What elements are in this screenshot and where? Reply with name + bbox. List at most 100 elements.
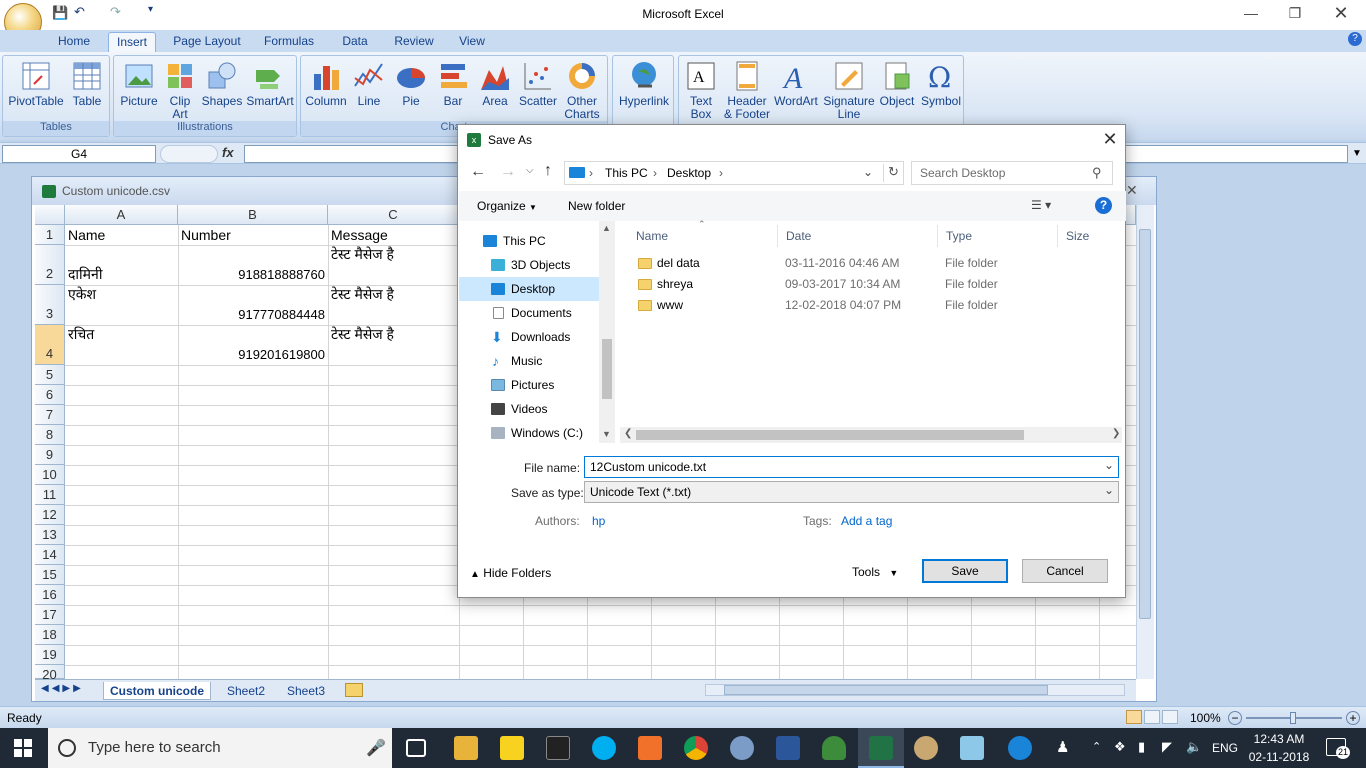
- row-header-1[interactable]: 1: [35, 225, 65, 245]
- workbook-close-icon[interactable]: ✕: [1126, 182, 1138, 199]
- row-header-19[interactable]: 19: [35, 645, 65, 665]
- row-header-6[interactable]: 6: [35, 385, 65, 405]
- cell-c2[interactable]: टेस्ट मैसेज है: [331, 245, 394, 264]
- language-indicator[interactable]: ENG: [1212, 741, 1238, 755]
- sheet-tab-sheet3[interactable]: Sheet3: [281, 682, 331, 700]
- zoom-in-icon[interactable]: +: [1346, 711, 1360, 725]
- cell-c3[interactable]: टेस्ट मैसेज है: [331, 285, 394, 304]
- row-header-11[interactable]: 11: [35, 485, 65, 505]
- command-prompt-icon[interactable]: [546, 736, 570, 760]
- zoom-level[interactable]: 100%: [1190, 711, 1221, 725]
- breadcrumb-this-pc[interactable]: This PC: [605, 166, 648, 180]
- paint-palette-icon[interactable]: [914, 736, 938, 760]
- cell-a4[interactable]: रचित: [68, 325, 94, 344]
- scroll-down-icon[interactable]: ▼: [602, 429, 611, 439]
- row-header-5[interactable]: 5: [35, 365, 65, 385]
- chrome-icon[interactable]: [684, 736, 708, 760]
- cell-c1[interactable]: Message: [331, 227, 388, 243]
- column-header-date[interactable]: Date: [778, 225, 938, 247]
- app-icon[interactable]: [960, 736, 984, 760]
- table-button[interactable]: Table: [67, 58, 107, 108]
- nav-scroll-thumb[interactable]: [602, 339, 612, 399]
- cell-c4[interactable]: टेस्ट मैसेज है: [331, 325, 394, 344]
- file-row[interactable]: www 12-02-2018 04:07 PM File folder: [628, 295, 1118, 316]
- expand-formula-icon[interactable]: ▼: [1350, 145, 1364, 163]
- column-header-size[interactable]: Size: [1058, 225, 1120, 247]
- horizontal-scrollbar[interactable]: [705, 684, 1125, 696]
- help-icon[interactable]: ?: [1095, 197, 1112, 214]
- row-header-15[interactable]: 15: [35, 565, 65, 585]
- nav-item-downloads[interactable]: ⬇ Downloads: [459, 325, 599, 349]
- tab-home[interactable]: Home: [52, 32, 96, 52]
- tab-view[interactable]: View: [450, 32, 494, 52]
- name-box[interactable]: G4: [2, 145, 156, 163]
- row-header-16[interactable]: 16: [35, 585, 65, 605]
- save-button[interactable]: Save: [922, 559, 1008, 583]
- tab-review[interactable]: Review: [388, 32, 440, 52]
- insert-sheet-icon[interactable]: [345, 683, 363, 697]
- smartart-button[interactable]: SmartArt: [244, 58, 296, 108]
- row-header-20[interactable]: 20: [35, 665, 65, 679]
- scroll-right-icon[interactable]: ❯: [1112, 428, 1120, 439]
- minimize-button[interactable]: —: [1228, 0, 1274, 28]
- nav-item-music[interactable]: ♪ Music: [459, 349, 599, 373]
- picture-button[interactable]: Picture: [118, 58, 160, 108]
- cell-a1[interactable]: Name: [68, 227, 105, 243]
- android-studio-icon[interactable]: [822, 736, 846, 760]
- row-header-8[interactable]: 8: [35, 425, 65, 445]
- taskbar-search-input[interactable]: Type here to search: [48, 728, 392, 768]
- cell-a2[interactable]: दामिनी: [68, 265, 102, 284]
- scroll-thumb[interactable]: [1139, 229, 1151, 619]
- search-desktop-input[interactable]: Search Desktop: [911, 161, 1113, 185]
- up-arrow-icon[interactable]: ↑: [544, 162, 552, 180]
- row-header-10[interactable]: 10: [35, 465, 65, 485]
- close-button[interactable]: ✕: [1318, 0, 1364, 28]
- wifi-icon[interactable]: ◤: [1162, 739, 1172, 755]
- clock-date[interactable]: 02-11-2018: [1246, 750, 1312, 764]
- volume-icon[interactable]: 🔈: [1186, 739, 1202, 755]
- hide-folders-button[interactable]: ▲ Hide Folders: [470, 566, 551, 580]
- battery-icon[interactable]: ▮: [1138, 739, 1145, 755]
- cancel-button[interactable]: Cancel: [1022, 559, 1108, 583]
- column-chart-button[interactable]: Column: [303, 58, 349, 108]
- nav-item-this-pc[interactable]: This PC: [459, 229, 599, 253]
- customize-qat-icon[interactable]: ▾: [148, 4, 153, 15]
- file-explorer-icon[interactable]: [454, 736, 478, 760]
- pie-chart-button[interactable]: Pie: [391, 58, 431, 108]
- chevron-up-icon[interactable]: ⌃: [1092, 740, 1101, 753]
- zoom-out-icon[interactable]: −: [1228, 711, 1242, 725]
- hscroll-thumb[interactable]: [636, 430, 1024, 440]
- scroll-left-icon[interactable]: ❮: [624, 428, 632, 439]
- paint-icon[interactable]: [730, 736, 754, 760]
- forward-arrow-icon[interactable]: →: [500, 163, 516, 181]
- column-header-c[interactable]: C: [328, 205, 459, 225]
- file-row[interactable]: shreya 09-03-2017 10:34 AM File folder: [628, 274, 1118, 295]
- bar-chart-button[interactable]: Bar: [433, 58, 473, 108]
- sheet-tab-sheet2[interactable]: Sheet2: [221, 682, 271, 700]
- save-icon[interactable]: 💾: [52, 5, 68, 21]
- row-header-18[interactable]: 18: [35, 625, 65, 645]
- refresh-icon[interactable]: ↻: [883, 164, 903, 182]
- page-layout-view-icon[interactable]: [1144, 710, 1160, 724]
- row-header-12[interactable]: 12: [35, 505, 65, 525]
- save-type-select[interactable]: Unicode Text (*.txt): [584, 481, 1119, 503]
- sheet-tab-custom-unicode[interactable]: Custom unicode: [103, 682, 212, 700]
- row-header-3[interactable]: 3: [35, 285, 65, 325]
- nav-item-windows-c[interactable]: Windows (C:): [459, 421, 599, 445]
- new-folder-button[interactable]: New folder: [568, 199, 625, 213]
- add-tag-link[interactable]: Add a tag: [841, 514, 892, 528]
- dialog-close-button[interactable]: ✕: [1098, 129, 1122, 151]
- sticky-notes-icon[interactable]: [500, 736, 524, 760]
- hscroll-thumb[interactable]: [724, 685, 1048, 695]
- tab-page-layout[interactable]: Page Layout: [168, 32, 246, 52]
- clipart-button[interactable]: Clip Art: [162, 58, 198, 121]
- pivottable-button[interactable]: PivotTable: [7, 58, 65, 108]
- task-view-icon[interactable]: [406, 739, 426, 757]
- hyperlink-button[interactable]: Hyperlink: [615, 58, 673, 108]
- row-header-7[interactable]: 7: [35, 405, 65, 425]
- tab-formulas[interactable]: Formulas: [258, 32, 320, 52]
- breadcrumb-desktop[interactable]: Desktop: [667, 166, 711, 180]
- skype-icon[interactable]: [592, 736, 616, 760]
- microphone-icon[interactable]: 🎤: [366, 738, 386, 758]
- column-header-a[interactable]: A: [65, 205, 178, 225]
